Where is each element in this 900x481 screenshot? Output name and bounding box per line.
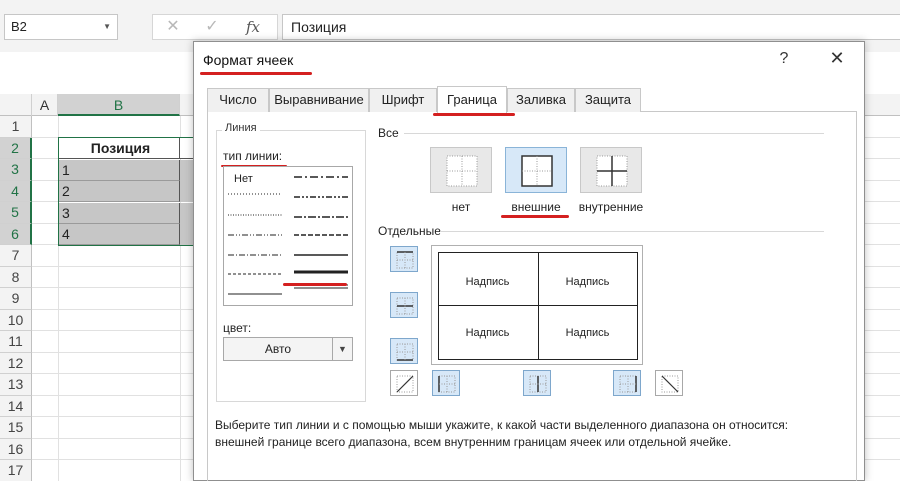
row-header-12[interactable]: 12 xyxy=(0,352,32,374)
row-header-6[interactable]: 6 xyxy=(0,223,32,245)
border-inside-horizontal-icon xyxy=(396,297,414,315)
color-label: цвет: xyxy=(223,321,252,335)
preset-inside-button[interactable] xyxy=(580,147,642,193)
border-tab-panel: Линия тип линии: Нет цвет: Авто ▼ Все не… xyxy=(207,112,857,481)
preset-outline-label: внешние xyxy=(511,200,561,214)
individual-borders-label: Отдельные xyxy=(378,224,441,238)
color-select[interactable]: Авто ▼ xyxy=(223,337,353,361)
border-diagonal-up-button[interactable] xyxy=(390,370,418,396)
preset-annotation-underline xyxy=(501,215,569,218)
tab-font[interactable]: Шрифт xyxy=(369,88,437,112)
diagonal-up-icon xyxy=(396,375,414,393)
color-select-value: Авто xyxy=(264,342,292,356)
row-header-13[interactable]: 13 xyxy=(0,374,32,396)
tab-border[interactable]: Граница xyxy=(437,86,507,113)
dialog-title: Формат ячеек xyxy=(203,52,294,68)
border-diagonal-down-button[interactable] xyxy=(655,370,683,396)
individual-separator xyxy=(440,231,824,232)
help-button[interactable]: ? xyxy=(776,50,792,68)
row-header-11[interactable]: 11 xyxy=(0,331,32,353)
border-top-button[interactable] xyxy=(390,246,418,272)
border-inside-vertical-button[interactable] xyxy=(523,370,551,396)
selection-range xyxy=(58,137,198,246)
row-header-10[interactable]: 10 xyxy=(0,309,32,331)
name-box[interactable]: B2 ▼ xyxy=(4,14,118,40)
preset-none-button[interactable] xyxy=(430,147,492,193)
border-right-icon xyxy=(619,375,637,393)
row-header-1[interactable]: 1 xyxy=(0,116,32,138)
preview-text: Надпись xyxy=(565,327,610,339)
row-header-16[interactable]: 16 xyxy=(0,438,32,460)
preview-text: Надпись xyxy=(465,327,510,339)
border-top-icon xyxy=(396,251,414,269)
line-type-label: тип линии: xyxy=(223,149,283,163)
close-button[interactable]: ✕ xyxy=(828,48,846,69)
insert-function-icon[interactable]: fx xyxy=(238,14,268,40)
presets-separator xyxy=(404,133,824,134)
preview-inner-horizontal xyxy=(439,305,637,306)
tab-protection[interactable]: Защита xyxy=(575,88,641,112)
preset-outline-button[interactable] xyxy=(505,147,567,193)
border-left-icon xyxy=(438,375,456,393)
name-box-value: B2 xyxy=(11,19,27,34)
cancel-icon[interactable]: ✕ xyxy=(158,14,188,40)
border-bottom-icon xyxy=(396,343,414,361)
row-header-3[interactable]: 3 xyxy=(0,159,32,181)
preview-grid xyxy=(438,252,638,360)
border-bottom-button[interactable] xyxy=(390,338,418,364)
row-header-7[interactable]: 7 xyxy=(0,245,32,267)
border-left-button[interactable] xyxy=(432,370,460,396)
line-group-legend: Линия xyxy=(222,122,260,134)
format-cells-dialog: Формат ячеек ? ✕ Число Выравнивание Шриф… xyxy=(193,41,865,481)
row-header-5[interactable]: 5 xyxy=(0,202,32,224)
name-box-dropdown-icon[interactable]: ▼ xyxy=(103,15,111,39)
border-inside-icon xyxy=(596,155,628,187)
row-header-4[interactable]: 4 xyxy=(0,180,32,202)
title-annotation-underline xyxy=(200,72,312,75)
enter-icon[interactable]: ✓ xyxy=(197,14,227,40)
tab-fill[interactable]: Заливка xyxy=(507,88,575,112)
preview-text: Надпись xyxy=(565,276,610,288)
preview-text: Надпись xyxy=(465,276,510,288)
row-header-17[interactable]: 17 xyxy=(0,460,32,481)
row-header-8[interactable]: 8 xyxy=(0,266,32,288)
line-style-annotation-underline xyxy=(283,283,347,286)
tab-annotation-underline xyxy=(433,113,515,116)
tab-strip: Число Выравнивание Шрифт Граница Заливка… xyxy=(207,86,857,113)
column-header-b[interactable]: B xyxy=(58,94,180,116)
border-preview[interactable]: Надпись Надпись Надпись Надпись xyxy=(431,245,643,365)
row-header-14[interactable]: 14 xyxy=(0,395,32,417)
formula-input[interactable]: Позиция xyxy=(282,14,900,40)
row-header-15[interactable]: 15 xyxy=(0,417,32,439)
row-header-9[interactable]: 9 xyxy=(0,288,32,310)
chevron-down-icon[interactable]: ▼ xyxy=(332,338,352,360)
preset-inside-label: внутренние xyxy=(578,200,644,214)
line-group: Линия тип линии: Нет цвет: Авто ▼ xyxy=(216,122,366,402)
border-right-button[interactable] xyxy=(613,370,641,396)
border-inside-vertical-icon xyxy=(529,375,547,393)
border-none-icon xyxy=(446,155,478,187)
border-inside-horizontal-button[interactable] xyxy=(390,292,418,318)
select-all-corner[interactable] xyxy=(0,94,32,116)
tab-number[interactable]: Число xyxy=(207,88,269,112)
tab-alignment[interactable]: Выравнивание xyxy=(269,88,369,112)
hint-text: Выберите тип линии и с помощью мыши укаж… xyxy=(215,418,789,449)
preview-inner-vertical xyxy=(538,253,539,359)
border-outline-icon xyxy=(521,155,553,187)
diagonal-down-icon xyxy=(661,375,679,393)
preset-none-label: нет xyxy=(451,200,471,214)
presets-label: Все xyxy=(378,126,399,140)
row-header-2[interactable]: 2 xyxy=(0,137,32,159)
column-header-a[interactable]: A xyxy=(32,94,58,116)
